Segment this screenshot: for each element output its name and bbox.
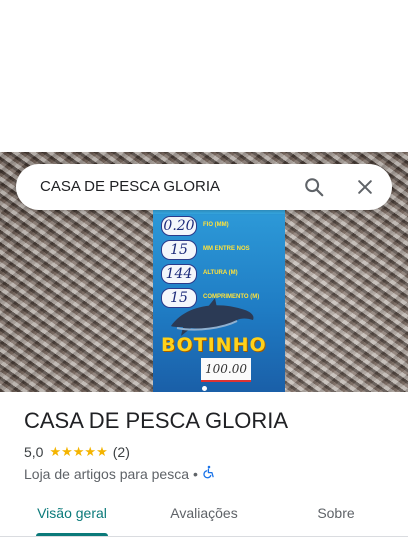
rating-row[interactable]: 5,0 ★★★★★ (2) [24,444,130,460]
label-value: 0.20 [161,216,197,236]
photo-pagination [0,378,408,392]
search-button[interactable] [300,173,328,201]
label-value: 144 [161,264,197,284]
place-tabs: Visão geral Avaliações Sobre [0,492,408,536]
place-title: CASA DE PESCA GLORIA [24,408,289,433]
search-icon [305,178,324,197]
wheelchair-accessible-icon [202,465,216,482]
label-spec: FIO (MM) [203,222,229,228]
label-spec: ALTURA (M) [203,270,238,276]
star-rating-icon: ★★★★★ [49,444,108,459]
rating-value: 5,0 [24,444,44,460]
product-label: 0.20 FIO (MM) 15 MM ENTRE NOS 144 ALTURA… [153,206,285,392]
pagination-dot [201,386,207,391]
brand-name: BOTINHO [161,334,267,356]
tab-about[interactable]: Sobre [288,492,384,536]
search-bar[interactable]: CASA DE PESCA GLORIA [16,164,392,210]
label-spec: MM ENTRE NOS [203,246,250,252]
separator: • [193,465,198,482]
search-input[interactable]: CASA DE PESCA GLORIA [40,164,220,210]
tab-overview[interactable]: Visão geral [24,492,120,536]
place-category: Loja de artigos para pesca [24,465,189,482]
category-row: Loja de artigos para pesca • [24,465,216,482]
tab-reviews[interactable]: Avaliações [156,492,252,536]
label-value: 15 [161,240,197,260]
blank-header-area [0,0,408,152]
clear-search-button[interactable] [351,173,379,201]
close-icon [358,180,372,194]
tabs-divider [0,536,408,537]
review-count[interactable]: (2) [113,444,130,460]
